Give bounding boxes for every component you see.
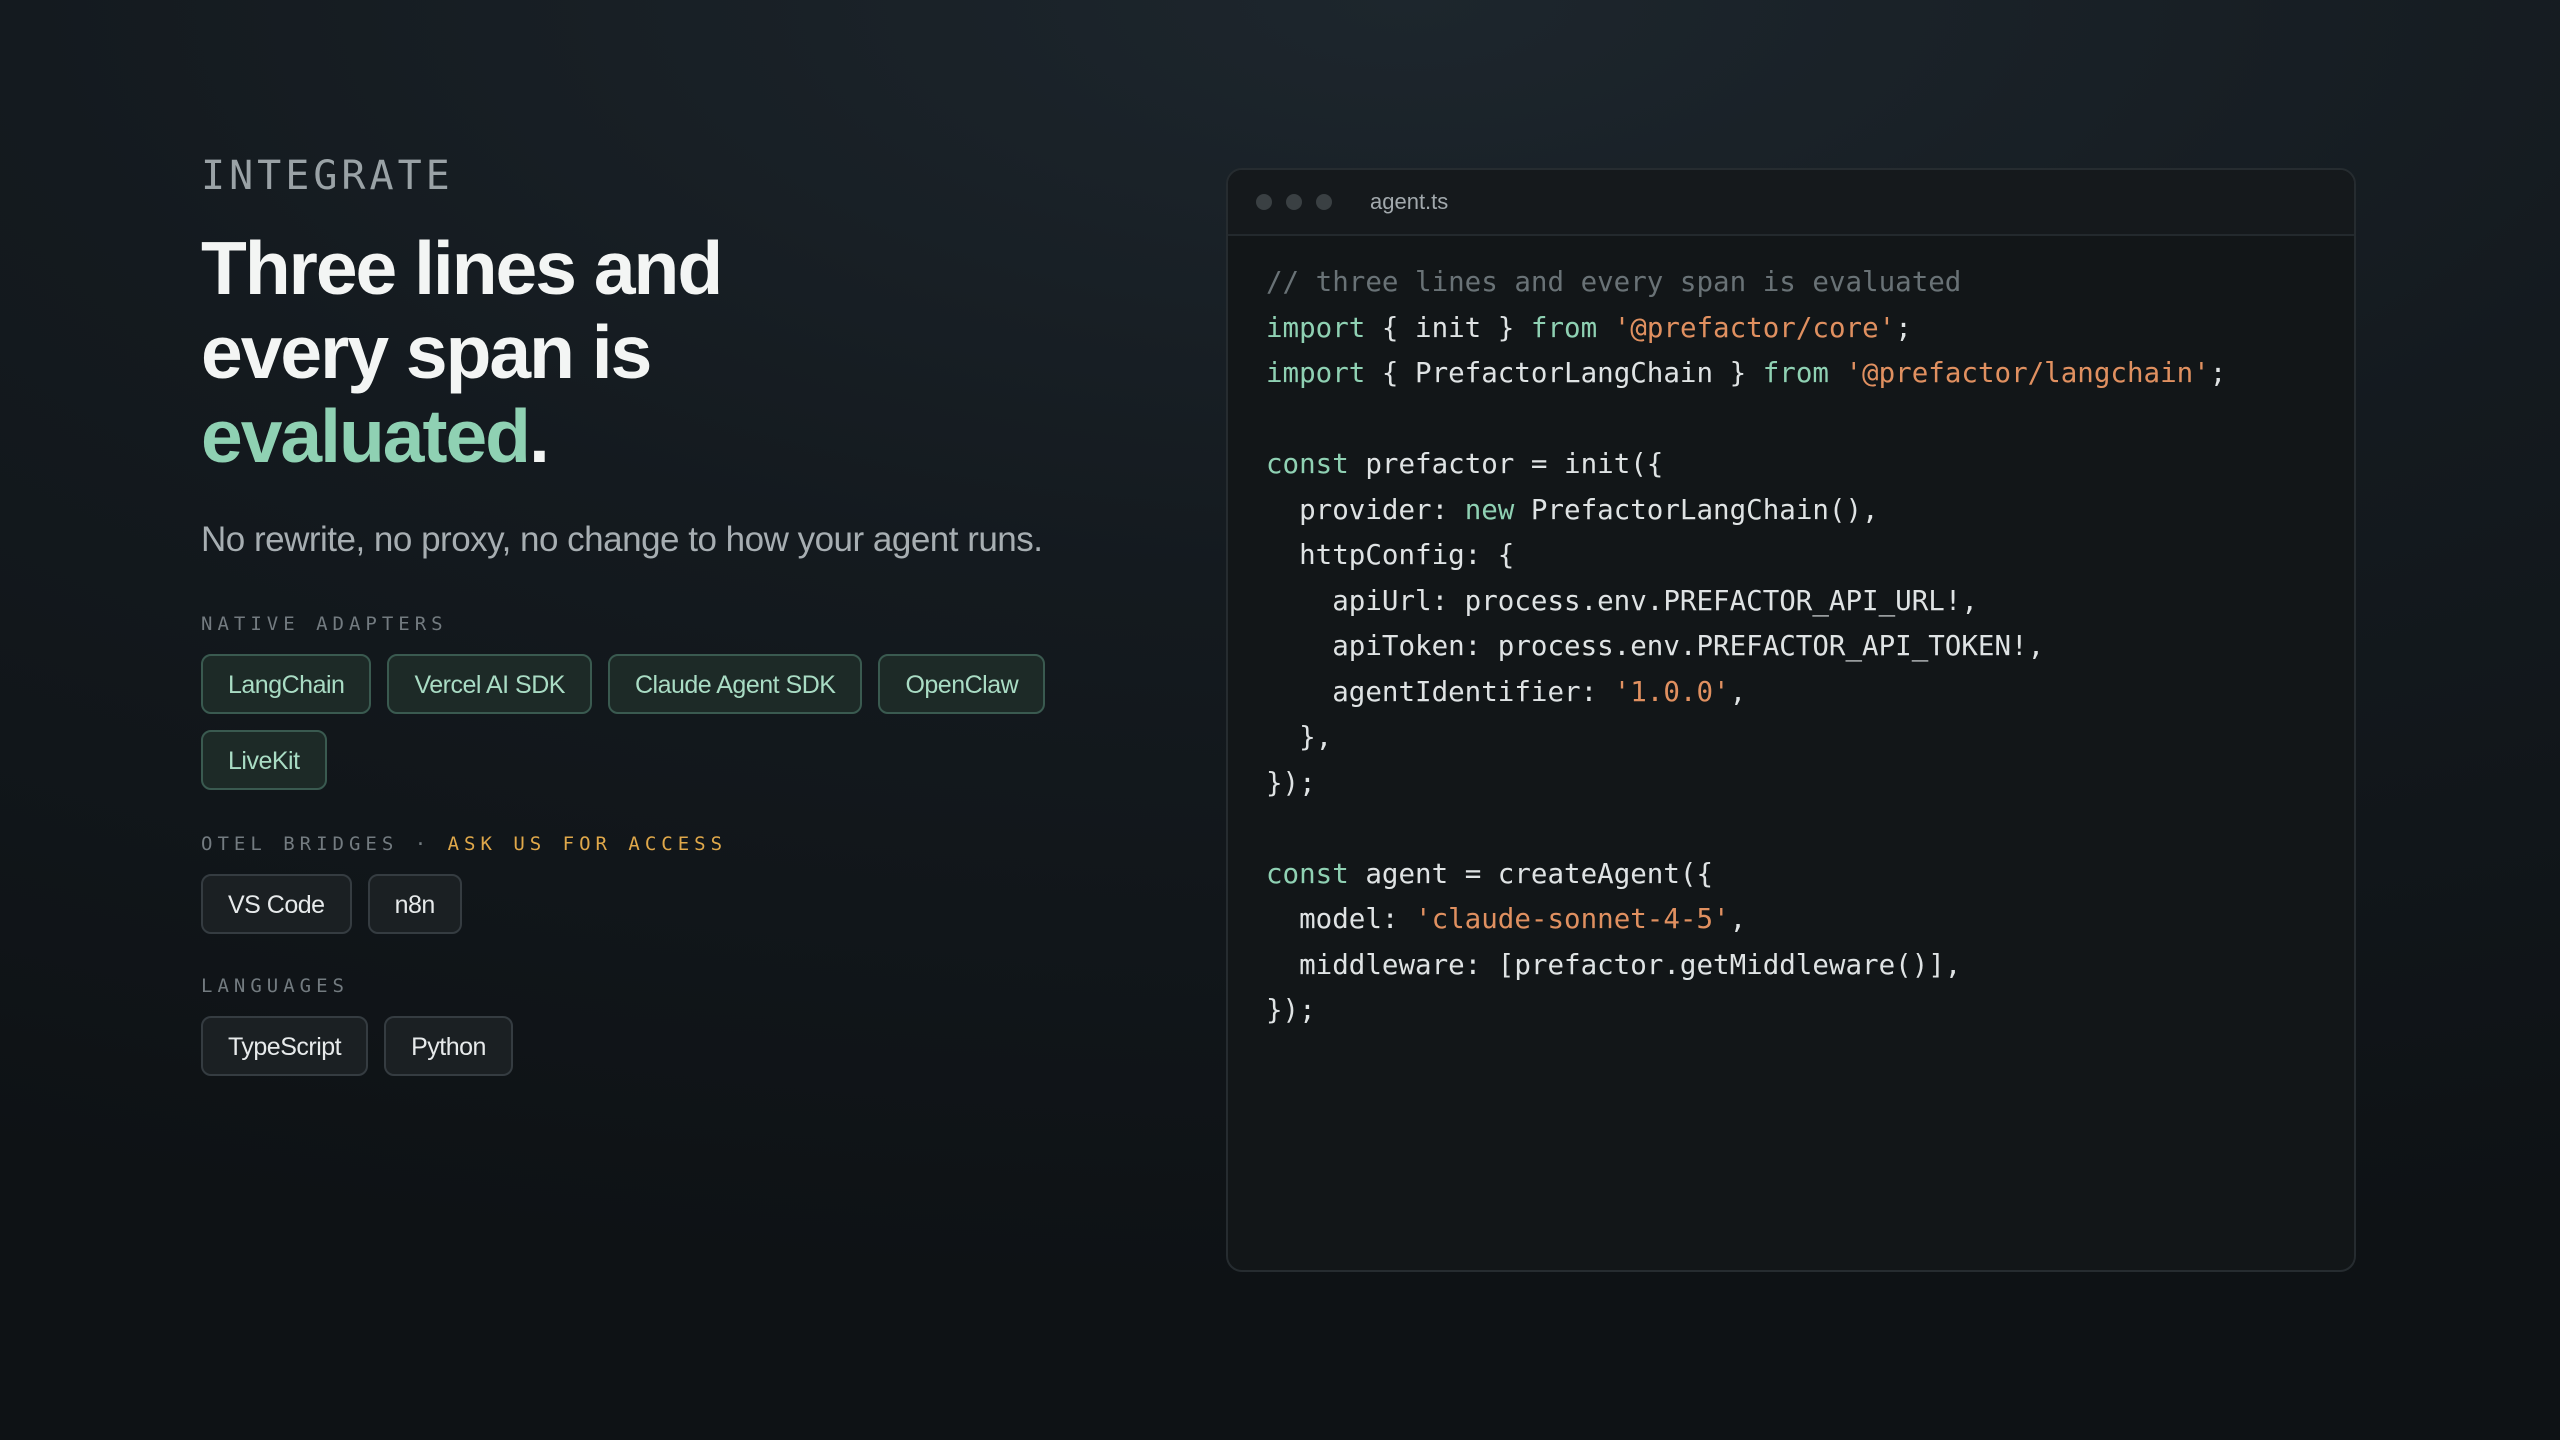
code-line: const prefactor = init({ <box>1266 442 2354 488</box>
code-token: }, <box>1266 721 1333 753</box>
code-line: model: 'claude-sonnet-4-5', <box>1266 897 2354 943</box>
code-line: }); <box>1266 988 2354 1034</box>
code-window: agent.ts // three lines and every span i… <box>1226 168 2356 1272</box>
languages-list: TypeScript Python <box>201 1016 1081 1076</box>
code-token: import <box>1266 311 1366 344</box>
code-line: }, <box>1266 715 2354 761</box>
code-line: httpConfig: { <box>1266 533 2354 579</box>
code-token: , <box>1729 675 1747 708</box>
chip-python[interactable]: Python <box>384 1016 513 1076</box>
languages-label: LANGUAGES <box>201 975 349 997</box>
integrate-section: INTEGRATE Three lines and every span is … <box>201 150 1121 1076</box>
code-token: PrefactorLangChain(), <box>1514 493 1879 526</box>
chip-typescript[interactable]: TypeScript <box>201 1016 369 1076</box>
code-line: const agent = createAgent({ <box>1266 852 2354 898</box>
code-token: { init } <box>1365 311 1531 344</box>
code-token: apiToken: process.env.PREFACTOR_API_TOKE… <box>1266 630 2045 662</box>
filename-label: agent.ts <box>1370 189 1449 214</box>
chip-vercel-ai-sdk[interactable]: Vercel AI SDK <box>387 654 592 714</box>
code-token: prefactor = init({ <box>1348 448 1664 480</box>
minimize-dot-icon <box>1286 194 1302 210</box>
headline-accent: evaluated <box>201 394 531 478</box>
ask-access-link[interactable]: ASK US FOR ACCESS <box>448 833 727 855</box>
code-line: import { PrefactorLangChain } from '@pre… <box>1266 351 2354 397</box>
page-title: Three lines and every span is evaluated. <box>201 226 1121 478</box>
code-token: { PrefactorLangChain } <box>1365 357 1763 389</box>
otel-bridges-list: VS Code n8n <box>201 874 1081 934</box>
code-token: '1.0.0' <box>1613 675 1730 708</box>
chip-langchain[interactable]: LangChain <box>201 654 372 714</box>
subtitle: No rewrite, no proxy, no change to how y… <box>201 520 1043 559</box>
code-token: provider: <box>1266 493 1465 526</box>
code-line: provider: new PrefactorLangChain(), <box>1266 488 2354 534</box>
native-adapters-label: NATIVE ADAPTERS <box>201 613 448 635</box>
headline-line-1: Three lines and <box>201 226 723 310</box>
code-line: middleware: [prefactor.getMiddleware()], <box>1266 943 2354 989</box>
headline-period: . <box>529 394 550 478</box>
code-token: 'claude-sonnet-4-5' <box>1415 903 1730 935</box>
code-token: import <box>1266 357 1366 389</box>
otel-bridges-label: OTEL BRIDGES · ASK US FOR ACCESS <box>201 832 1121 856</box>
native-adapters-list: LangChain Vercel AI SDK Claude Agent SDK Op… <box>201 654 1081 790</box>
close-dot-icon <box>1256 194 1272 210</box>
code-token: middleware: [prefactor.getMiddleware()], <box>1266 948 1962 981</box>
chip-openclaw[interactable]: OpenClaw <box>878 654 1046 714</box>
chip-livekit[interactable]: LiveKit <box>201 730 327 790</box>
chip-n8n[interactable]: n8n <box>367 874 462 934</box>
code-token: const <box>1266 448 1349 480</box>
code-line: agentIdentifier: '1.0.0', <box>1266 670 2354 716</box>
code-token: from <box>1530 311 1598 344</box>
code-token: ; <box>1895 311 1912 344</box>
code-token: ; <box>2209 357 2227 389</box>
headline-line-3: evaluated. <box>201 394 1121 478</box>
code-window-titlebar: agent.ts <box>1228 170 2354 236</box>
code-line: }); <box>1266 761 2354 807</box>
headline-line-2: every span is <box>201 310 652 394</box>
code-token: agentIdentifier: <box>1266 675 1614 708</box>
code-token: }); <box>1266 994 1316 1026</box>
otel-bridges-label-text: OTEL BRIDGES · <box>201 833 448 855</box>
code-token: httpConfig: { <box>1266 539 1515 571</box>
code-line: apiUrl: process.env.PREFACTOR_API_URL!, <box>1266 579 2354 625</box>
code-token: '@prefactor/core' <box>1613 311 1896 344</box>
code-token: // three lines and every span is evaluat… <box>1266 266 1962 298</box>
code-token: '@prefactor/langchain' <box>1845 357 2210 389</box>
code-token: new <box>1464 493 1515 526</box>
code-token: }); <box>1266 766 1316 799</box>
code-token: agent = createAgent({ <box>1348 857 1714 890</box>
code-line: // three lines and every span is evaluat… <box>1266 260 2354 306</box>
code-token: apiUrl: process.env.PREFACTOR_API_URL!, <box>1266 584 1978 617</box>
maximize-dot-icon <box>1316 194 1332 210</box>
chip-claude-agent-sdk[interactable]: Claude Agent SDK <box>607 654 863 714</box>
code-token: from <box>1762 357 1829 389</box>
chip-vs-code[interactable]: VS Code <box>201 874 352 934</box>
code-token: model: <box>1266 903 1416 935</box>
section-eyebrow: INTEGRATE <box>201 153 454 199</box>
code-line: apiToken: process.env.PREFACTOR_API_TOKE… <box>1266 624 2354 670</box>
code-block: // three lines and every span is evaluat… <box>1228 236 2354 1034</box>
code-token: const <box>1266 857 1349 890</box>
code-token: , <box>1729 903 1747 935</box>
code-line: import { init } from '@prefactor/core'; <box>1266 306 2354 352</box>
